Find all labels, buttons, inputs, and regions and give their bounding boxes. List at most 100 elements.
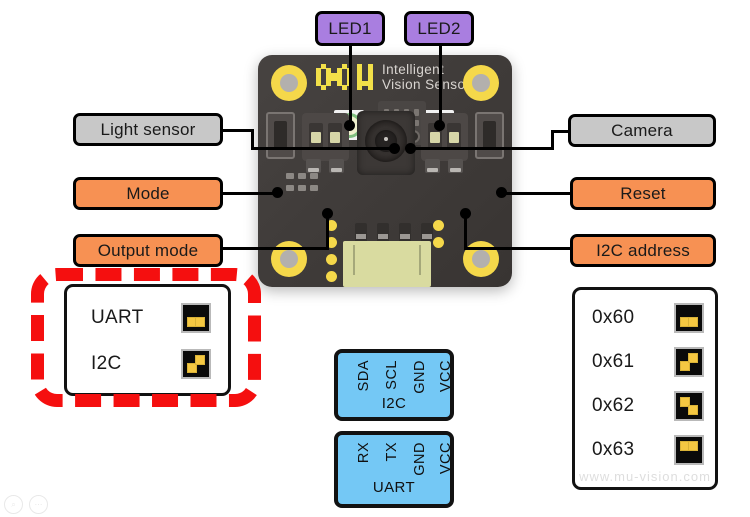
smd-pad	[298, 185, 306, 191]
i2c-address-row-0x62-switch[interactable]	[674, 391, 704, 421]
i2c-address-row-0x61[interactable]: 0x61	[592, 347, 704, 377]
header-pin	[355, 223, 367, 241]
via-pad	[433, 220, 444, 231]
output-mode-row-uart-label: UART	[91, 307, 144, 328]
wire-i2c-address-b	[464, 247, 572, 250]
mounting-hole-tr	[463, 65, 499, 101]
i2c-address-row-0x60-label: 0x60	[592, 307, 635, 328]
callout-led1-label: LED1	[328, 18, 372, 38]
callout-mode[interactable]: Mode	[73, 177, 223, 210]
mu-logo-icon	[316, 62, 378, 92]
more-icon[interactable]: ⋯	[29, 495, 48, 514]
smd-pad	[286, 185, 294, 191]
pinout-uart: RX TX GND VCC UART	[334, 431, 454, 508]
output-mode-dip-switch[interactable]	[302, 113, 349, 161]
wire-output-mode-a	[326, 214, 329, 249]
board-subtitle: Intelligent Vision Sensor	[382, 62, 470, 92]
pinout-i2c-pin-vcc: VCC	[438, 360, 454, 393]
callout-output-mode[interactable]: Output mode	[73, 234, 223, 267]
callout-reset-label: Reset	[620, 183, 666, 203]
wire-camera-c	[551, 130, 569, 133]
via-pad	[326, 254, 337, 265]
pinout-i2c-pin-scl: SCL	[384, 360, 400, 390]
callout-camera[interactable]: Camera	[568, 114, 716, 147]
i2c-address-row-0x60-switch[interactable]	[674, 303, 704, 333]
callout-led2-label: LED2	[417, 18, 461, 38]
via-pad	[326, 271, 337, 282]
smd-pad	[310, 185, 318, 191]
dip-leg-left-2	[329, 159, 344, 173]
callout-reset[interactable]: Reset	[570, 177, 716, 210]
callout-led1[interactable]: LED1	[315, 11, 385, 46]
wire-dot-led1	[344, 120, 355, 131]
smd-pad	[310, 173, 318, 179]
camera-lens	[365, 120, 407, 162]
zoom-icon[interactable]: ⌕	[4, 495, 23, 514]
i2c-address-row-0x63-label: 0x63	[592, 439, 635, 460]
panel-watermark: www.mu-vision.com	[579, 469, 711, 484]
output-mode-row-uart-switch[interactable]	[181, 303, 211, 333]
pinout-i2c-pin-sda: SDA	[356, 360, 372, 392]
header-pin	[421, 223, 433, 241]
smd-pad	[298, 173, 306, 179]
pinout-uart-pin-gnd: GND	[412, 442, 428, 476]
output-mode-row-i2c-switch[interactable]	[181, 349, 211, 379]
diagram-canvas: Intelligent Vision Sensor LED1 LED2 Ligh…	[0, 0, 750, 517]
wire-led1	[349, 45, 352, 125]
i2c-address-dip-switch[interactable]	[421, 113, 468, 161]
i2c-address-row-0x63-switch[interactable]	[674, 435, 704, 465]
i2c-address-panel: 0x60 0x61 0x62 0x63 www.mu-vision.com	[572, 287, 718, 490]
via-pad	[433, 237, 444, 248]
header-pin	[377, 223, 389, 241]
wire-mode	[222, 192, 279, 195]
dip-leg-right-1	[425, 159, 440, 173]
pinout-uart-pin-tx: TX	[384, 442, 400, 462]
i2c-address-row-0x61-label: 0x61	[592, 351, 635, 372]
pinout-uart-title: UART	[372, 479, 416, 496]
watermark-icons: ⌕ ⋯	[4, 495, 48, 514]
wire-dot-i2c-address	[460, 208, 471, 219]
pinout-uart-pin-rx: RX	[356, 442, 372, 464]
wire-light-sensor-a	[222, 129, 254, 132]
wire-dot-led2	[434, 120, 445, 131]
board-subtitle-line1: Intelligent	[382, 62, 445, 77]
i2c-address-row-0x62[interactable]: 0x62	[592, 391, 704, 421]
callout-i2c-address-label: I2C address	[596, 240, 690, 260]
wire-output-mode-b	[222, 247, 329, 250]
mounting-hole-tl	[271, 65, 307, 101]
callout-output-mode-label: Output mode	[97, 240, 199, 260]
callout-light-sensor[interactable]: Light sensor	[73, 113, 223, 146]
callout-camera-label: Camera	[611, 120, 673, 140]
pinout-i2c-pin-gnd: GND	[412, 360, 428, 394]
wire-dot-output-mode	[322, 208, 333, 219]
wire-camera-a	[410, 147, 554, 150]
i2c-address-row-0x62-label: 0x62	[592, 395, 635, 416]
pinout-i2c-title: I2C	[381, 395, 407, 412]
wire-dot-mode	[272, 187, 283, 198]
callout-mode-label: Mode	[126, 183, 170, 203]
wire-i2c-address-a	[464, 214, 467, 249]
pinout-i2c: SDA SCL GND VCC I2C	[334, 349, 454, 421]
callout-i2c-address[interactable]: I2C address	[570, 234, 716, 267]
mu-vision-sensor-board: Intelligent Vision Sensor	[258, 55, 512, 287]
wire-dot-camera	[405, 143, 416, 154]
i2c-address-row-0x60[interactable]: 0x60	[592, 303, 704, 333]
wire-led2	[439, 45, 442, 125]
header-pin	[399, 223, 411, 241]
i2c-address-row-0x63[interactable]: 0x63	[592, 435, 704, 465]
smd-pad	[286, 173, 294, 179]
output-mode-row-i2c[interactable]: I2C	[91, 349, 211, 379]
wire-light-sensor-c	[251, 147, 396, 150]
pinout-uart-pin-vcc: VCC	[438, 442, 454, 475]
output-mode-row-uart[interactable]: UART	[91, 303, 211, 333]
mode-button[interactable]	[266, 112, 295, 159]
callout-led2[interactable]: LED2	[404, 11, 474, 46]
camera-module	[357, 111, 415, 175]
dip-leg-right-2	[448, 159, 463, 173]
callout-light-sensor-label: Light sensor	[100, 119, 196, 139]
board-subtitle-line2: Vision Sensor	[382, 77, 471, 92]
i2c-address-row-0x61-switch[interactable]	[674, 347, 704, 377]
reset-button[interactable]	[475, 112, 504, 159]
wire-dot-reset	[496, 187, 507, 198]
output-mode-row-i2c-label: I2C	[91, 353, 122, 374]
